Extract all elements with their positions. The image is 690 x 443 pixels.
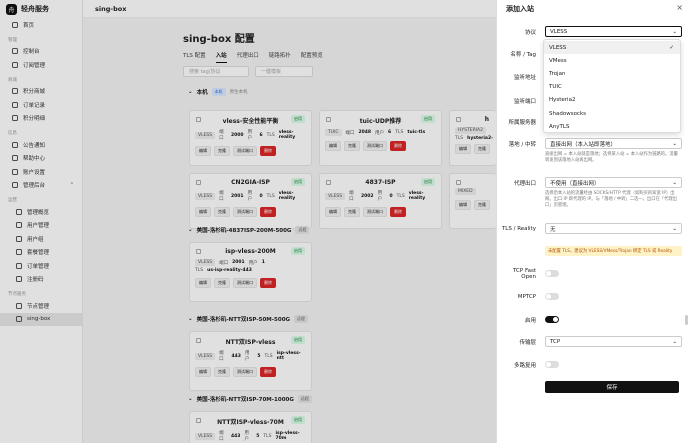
mptcp-toggle[interactable] bbox=[545, 293, 559, 300]
proxy-label: 代理出口 bbox=[513, 180, 536, 187]
protocol-select[interactable]: VLESS ⌄ bbox=[545, 26, 682, 37]
enable-toggle[interactable] bbox=[545, 316, 559, 323]
proxy-hint: 选择后本入站的流量经由 SOCKS/HTTP 代理（如购买的家宽 IP）出网。出… bbox=[545, 191, 678, 208]
save-button[interactable]: 保存 bbox=[545, 381, 679, 393]
tls-select[interactable]: 无 ⌄ bbox=[545, 223, 682, 234]
check-icon: ✓ bbox=[669, 44, 674, 51]
landing-row: 落地 / 中转 直接出网（本入站即落地） ⌄ bbox=[497, 138, 690, 149]
server-label: 所属服务器 bbox=[508, 119, 536, 126]
mptcp-label: MPTCP bbox=[517, 293, 536, 300]
tls-row: TLS / Reality 无 ⌄ bbox=[497, 223, 690, 234]
fastopen-row: TCP Fast Open bbox=[497, 267, 690, 281]
mux-toggle[interactable] bbox=[545, 361, 559, 368]
fastopen-toggle[interactable] bbox=[545, 270, 559, 277]
enable-row: 启用 bbox=[497, 315, 690, 324]
landing-label: 落地 / 中转 bbox=[508, 141, 536, 148]
transport-label: 传输层 bbox=[519, 339, 536, 346]
option-vmess[interactable]: VMess bbox=[544, 54, 680, 67]
option-shadowsocks[interactable]: Shadowsocks bbox=[544, 107, 680, 120]
protocol-label: 协议 bbox=[524, 29, 536, 36]
option-tuic[interactable]: TUIC bbox=[544, 81, 680, 94]
chevron-down-icon: ⌄ bbox=[672, 28, 677, 35]
port-label: 监听端口 bbox=[513, 98, 536, 105]
chevron-down-icon: ⌄ bbox=[672, 140, 677, 147]
name-label: 名称 / Tag bbox=[510, 51, 536, 58]
chevron-down-icon: ⌄ bbox=[672, 225, 677, 232]
panel-scrollbar[interactable] bbox=[685, 315, 688, 325]
chevron-down-icon: ⌄ bbox=[672, 338, 677, 345]
option-anytls[interactable]: AnyTLS bbox=[544, 120, 680, 132]
close-icon[interactable]: × bbox=[676, 3, 683, 12]
chevron-down-icon: ⌄ bbox=[672, 179, 677, 186]
option-hysteria2[interactable]: Hysteria2 bbox=[544, 94, 680, 107]
modal-backdrop[interactable] bbox=[0, 0, 496, 443]
proxy-row: 代理出口 不使用（直接出网） ⌄ bbox=[497, 177, 690, 188]
option-vless[interactable]: VLESS ✓ bbox=[544, 41, 680, 55]
tls-warning: 未配置 TLS，建议为 VLESS/VMess/Trojan 绑定 TLS 或 … bbox=[545, 246, 682, 256]
mux-row: 多路复用 bbox=[497, 360, 690, 369]
mux-label: 多路复用 bbox=[513, 362, 536, 369]
transport-row: 传输层 TCP ⌄ bbox=[497, 336, 690, 347]
enable-label: 启用 bbox=[524, 317, 536, 324]
mptcp-row: MPTCP bbox=[497, 292, 690, 301]
landing-select[interactable]: 直接出网（本入站即落地） ⌄ bbox=[545, 138, 682, 149]
protocol-dropdown: VLESS ✓ VMess Trojan TUIC Hysteria2 Shado… bbox=[543, 39, 681, 133]
protocol-row: 协议 VLESS ⌄ bbox=[497, 26, 690, 37]
landing-hint: 直接出网 = 本入站就是落地；选择某入站 = 本入站作为链路的。流量转发到该落地… bbox=[545, 152, 678, 163]
proxy-select[interactable]: 不使用（直接出网） ⌄ bbox=[545, 177, 682, 188]
panel-title: 添加入站 bbox=[506, 5, 534, 13]
fastopen-label: TCP Fast Open bbox=[513, 267, 536, 281]
listen-label: 监听地址 bbox=[513, 74, 536, 81]
option-trojan[interactable]: Trojan bbox=[544, 67, 680, 80]
transport-select[interactable]: TCP ⌄ bbox=[545, 336, 682, 347]
tls-label: TLS / Reality bbox=[501, 225, 536, 232]
